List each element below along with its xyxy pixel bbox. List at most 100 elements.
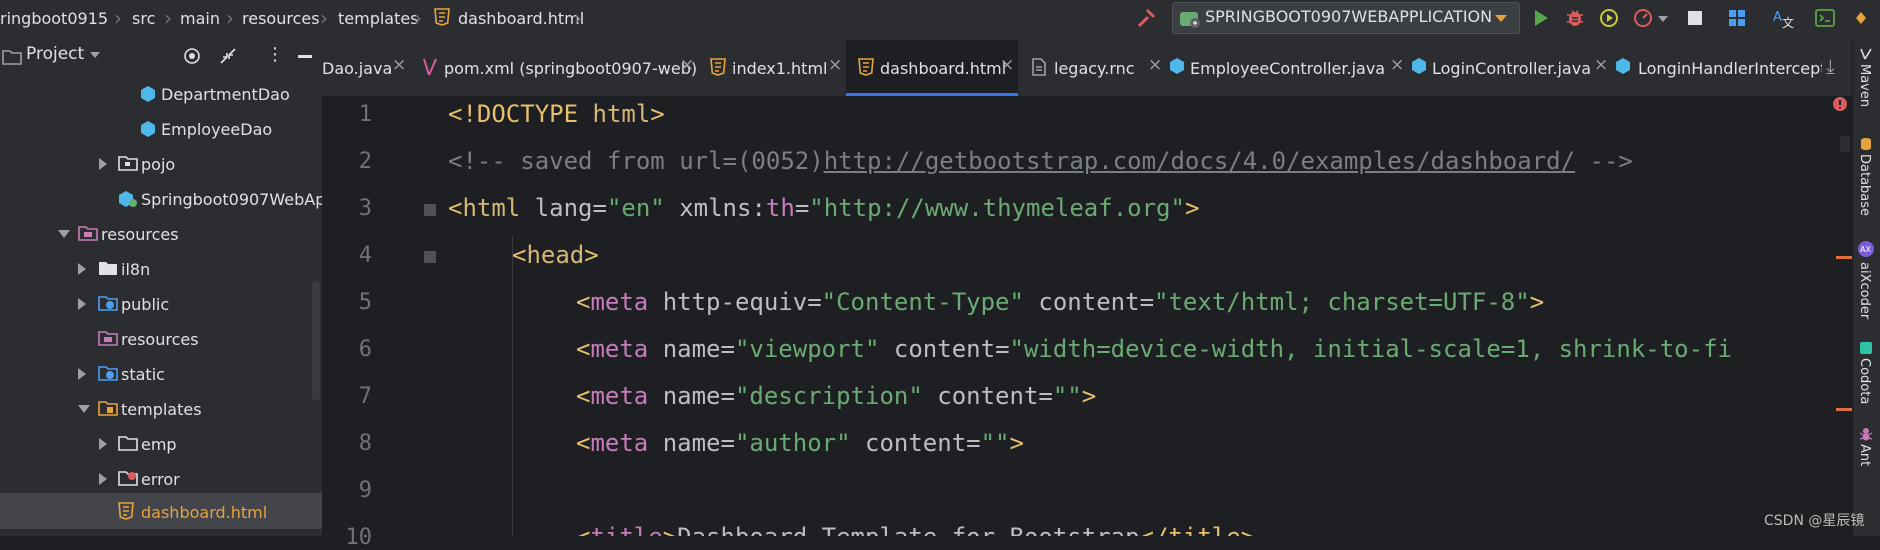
profile-icon[interactable] <box>1632 7 1654 29</box>
expand-arrow-icon[interactable] <box>78 298 86 310</box>
expand-arrow-icon[interactable] <box>99 158 107 170</box>
chevron-down-icon[interactable] <box>90 52 100 58</box>
package-icon <box>118 155 138 171</box>
aixcoder-tool-window[interactable]: aiXcoder <box>1857 262 1872 319</box>
tab-logincontroller-java[interactable]: LoginController.java × <box>1408 40 1616 96</box>
indent-guide <box>512 236 513 536</box>
project-panel-title[interactable]: Project <box>26 44 84 64</box>
error-stripe-marker[interactable] <box>1836 408 1852 411</box>
right-tool-strip: Maven Database AX aiXcoder Codota Ant <box>1852 40 1880 536</box>
close-icon[interactable]: × <box>1390 55 1404 75</box>
tree-item-static[interactable]: static <box>0 358 322 388</box>
collapse-all-icon[interactable] <box>218 46 238 70</box>
tab-pom-xml[interactable]: pom.xml (springboot0907-web) × <box>422 40 712 96</box>
tab-dashboard-html[interactable]: dashboard.html × <box>846 40 1018 96</box>
minimize-icon[interactable] <box>298 55 312 58</box>
tree-item-springboot-application[interactable]: Springboot0907WebAppl <box>0 183 340 213</box>
debug-icon[interactable] <box>1564 7 1586 29</box>
folder-icon <box>98 260 117 276</box>
tree-item-templates[interactable]: templates <box>0 393 322 423</box>
web-folder-icon <box>98 365 118 381</box>
help-icon[interactable] <box>1850 7 1872 29</box>
html-file-icon <box>858 58 874 80</box>
tree-item-label: EmployeeDao <box>161 120 273 139</box>
expand-arrow-icon[interactable] <box>78 263 86 275</box>
tab-index1-html[interactable]: index1.html × <box>710 40 850 96</box>
ant-icon <box>1858 426 1874 446</box>
close-icon[interactable]: × <box>392 55 406 75</box>
expand-arrow-icon[interactable] <box>99 473 107 485</box>
tab-overflow-icon[interactable]: ⤓ <box>1826 54 1835 78</box>
close-icon[interactable]: × <box>1148 55 1162 75</box>
error-indicator-icon[interactable] <box>1832 96 1848 116</box>
project-tree: DepartmentDao EmployeeDao pojo Springboo… <box>0 76 340 536</box>
breadcrumb-src[interactable]: src <box>132 9 155 28</box>
run-configuration-selector[interactable]: SPRINGBOOT0907WEBAPPLICATION <box>1172 2 1520 34</box>
breadcrumb-file[interactable]: dashboard.html <box>458 9 584 28</box>
breadcrumb-project[interactable]: ringboot0915 <box>0 9 108 28</box>
tree-item-label: public <box>121 295 170 314</box>
stop-icon[interactable] <box>1684 7 1706 29</box>
tree-item-pojo[interactable]: pojo <box>0 148 322 178</box>
tree-item-label: dashboard.html <box>141 503 268 522</box>
chevron-right-icon: › <box>414 6 422 30</box>
chevron-down-icon[interactable] <box>1658 16 1668 22</box>
tree-item-error[interactable]: error <box>0 463 322 493</box>
tree-item-label: DepartmentDao <box>161 85 290 104</box>
templates-folder-icon <box>98 400 118 416</box>
tab-label: LonginHandlerIntercept <box>1638 59 1822 78</box>
code-line-5: <meta http-equiv="Content-Type" content=… <box>576 288 1545 316</box>
error-stripe-marker[interactable] <box>1836 256 1852 259</box>
tab-label: Dao.java <box>322 59 393 78</box>
collapse-arrow-icon[interactable] <box>58 230 70 238</box>
tree-item-employeedao[interactable]: EmployeeDao <box>0 113 322 143</box>
close-icon[interactable]: × <box>828 55 842 75</box>
ant-tool-window[interactable]: Ant <box>1857 444 1872 466</box>
tab-employeecontroller-java[interactable]: EmployeeController.java × <box>1168 40 1408 96</box>
web-folder-icon <box>98 295 118 311</box>
editor-scrollbar-thumb[interactable] <box>1840 136 1850 152</box>
tab-dao-java[interactable]: Dao.java × <box>322 40 416 96</box>
tree-item-dashboard-html[interactable]: dashboard.html <box>0 493 322 529</box>
tree-item-label: error <box>141 470 180 489</box>
close-icon[interactable]: × <box>1000 55 1014 75</box>
code-line-2: <!-- saved from url=(0052)http://getboot… <box>448 147 1633 175</box>
close-icon[interactable]: × <box>680 55 694 75</box>
code-line-7: <meta name="description" content=""> <box>576 382 1097 410</box>
breadcrumb-resources[interactable]: resources <box>242 9 320 28</box>
tree-item-resources[interactable]: resources <box>0 323 322 353</box>
codota-tool-window[interactable]: Codota <box>1857 358 1872 404</box>
expand-arrow-icon[interactable] <box>99 438 107 450</box>
terminal-icon[interactable] <box>1814 7 1836 29</box>
navigation-bar: ringboot0915 › src › main › resources › … <box>0 0 1880 40</box>
code-line-1: <!DOCTYPE html> <box>448 100 665 128</box>
tree-item-label: templates <box>121 400 202 419</box>
tree-item-emp[interactable]: emp <box>0 428 322 458</box>
tree-item-public[interactable]: public <box>0 288 322 318</box>
maven-tool-window[interactable]: Maven <box>1857 64 1872 107</box>
close-icon[interactable]: × <box>1594 55 1608 75</box>
code-editor[interactable]: <!DOCTYPE html> <!-- saved from url=(005… <box>436 96 1852 536</box>
build-hammer-icon[interactable] <box>1136 7 1158 29</box>
database-tool-window[interactable]: Database <box>1857 154 1872 216</box>
more-options-icon[interactable]: ⋮ <box>266 44 284 65</box>
tree-item-label: emp <box>141 435 177 454</box>
breadcrumb-main[interactable]: main <box>180 9 220 28</box>
tree-item-il8n[interactable]: il8n <box>0 253 322 283</box>
run-with-coverage-icon[interactable] <box>1598 7 1620 29</box>
tree-item-resources-root[interactable]: resources <box>0 218 322 248</box>
tab-longinhandlerinterceptor[interactable]: LonginHandlerIntercept <box>1612 40 1822 96</box>
code-link[interactable]: http://getbootstrap.com/docs/4.0/example… <box>824 147 1575 175</box>
project-structure-icon[interactable] <box>1726 7 1748 29</box>
run-icon[interactable] <box>1530 7 1552 29</box>
maven-icon <box>422 57 438 81</box>
tab-label: index1.html <box>732 59 828 78</box>
expand-arrow-icon[interactable] <box>78 368 86 380</box>
tree-item-departmentdao[interactable]: DepartmentDao <box>0 78 322 108</box>
collapse-arrow-icon[interactable] <box>78 405 90 413</box>
editor-scrollbar-track[interactable] <box>1840 96 1852 536</box>
tab-legacy-rnc[interactable]: legacy.rnc × <box>1032 40 1170 96</box>
translate-icon[interactable]: A文 <box>1772 7 1794 30</box>
breadcrumb-templates[interactable]: templates <box>338 9 419 28</box>
locate-target-icon[interactable] <box>182 46 202 70</box>
